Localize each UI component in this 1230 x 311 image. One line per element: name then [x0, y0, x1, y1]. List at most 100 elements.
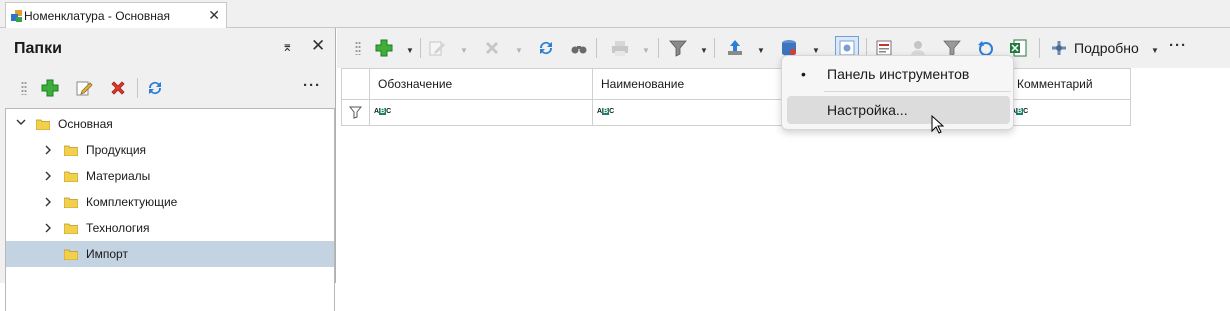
- toolbar-separator: [658, 38, 659, 58]
- close-tab-icon[interactable]: ✕: [208, 7, 220, 24]
- database-dropdown-arrow[interactable]: ▼: [812, 46, 820, 55]
- refresh-folders-button[interactable]: [144, 77, 166, 99]
- filter-icon: [669, 40, 687, 57]
- detail-view-icon-button[interactable]: [1048, 37, 1070, 59]
- toolbar-separator: [137, 78, 138, 98]
- filter-icon: [349, 106, 362, 119]
- chevron-right-icon[interactable]: [42, 170, 54, 185]
- document-tab[interactable]: Номенклатура - Основная ✕: [5, 2, 227, 28]
- add-icon: [375, 39, 393, 57]
- chevron-right-icon[interactable]: [42, 144, 54, 159]
- delete-dropdown-arrow[interactable]: ▼: [515, 46, 523, 55]
- refresh-icon: [539, 41, 553, 55]
- menu-item-toolbar[interactable]: • Панель инструментов: [787, 60, 1010, 88]
- filter-cell-comment[interactable]: ABC: [1007, 100, 1131, 126]
- filter-cell-designation[interactable]: ABC: [370, 100, 593, 126]
- tree-item-components[interactable]: Комплектующие: [6, 189, 334, 215]
- delete-item-button[interactable]: [481, 37, 503, 59]
- add-icon: [41, 79, 59, 97]
- grid-corner-cell: [341, 68, 370, 100]
- pin-icon[interactable]: ⌆: [282, 39, 293, 55]
- mouse-cursor-icon: [931, 115, 945, 134]
- detail-view-label[interactable]: Подробно: [1074, 40, 1139, 56]
- export-icon: [728, 40, 742, 55]
- folders-panel: Папки ⌆ ✕ ··· Основная Продукция Материа…: [0, 28, 336, 311]
- settings-icon: [839, 40, 855, 56]
- export-button[interactable]: [724, 37, 746, 59]
- delete-icon: [486, 42, 498, 54]
- toolbar-separator: [596, 38, 597, 58]
- detail-view-dropdown-arrow[interactable]: ▼: [1151, 46, 1159, 55]
- menu-separator: [824, 91, 1011, 92]
- tree-item-label: Продукция: [86, 143, 147, 157]
- column-header-designation[interactable]: Обозначение: [370, 68, 593, 100]
- column-header-comment[interactable]: Комментарий: [1007, 68, 1131, 100]
- document-tab-title: Номенклатура - Основная: [24, 8, 171, 23]
- tree-item-label: Основная: [58, 117, 113, 131]
- toolbar-separator: [1039, 38, 1040, 58]
- folder-icon: [63, 171, 79, 183]
- binoculars-icon: [571, 46, 587, 54]
- main-toolbar-more-icon[interactable]: ···: [1169, 37, 1187, 54]
- print-icon: [612, 41, 628, 56]
- refresh-button[interactable]: [535, 37, 557, 59]
- folder-icon: [63, 197, 79, 209]
- folders-toolbar: ···: [0, 72, 336, 104]
- folder-icon: [63, 223, 79, 235]
- folder-tree: Основная Продукция Материалы Комплектующ…: [5, 108, 335, 311]
- text-filter-icon: ABC: [597, 108, 615, 115]
- tree-item-label: Импорт: [86, 247, 128, 261]
- filter-cell-name[interactable]: ABC: [593, 100, 796, 126]
- close-panel-icon[interactable]: ✕: [311, 36, 325, 56]
- menu-item-label: Настройка...: [827, 102, 908, 118]
- wrench-icon: [1052, 41, 1066, 55]
- toolbar-grip-icon[interactable]: [21, 81, 27, 95]
- tree-item-technology[interactable]: Технология: [6, 215, 334, 241]
- edit-dropdown-arrow[interactable]: ▼: [460, 46, 468, 55]
- filter-row-indicator: [341, 100, 370, 126]
- toolbar-context-menu: • Панель инструментов Настройка...: [781, 55, 1014, 130]
- tree-item-root[interactable]: Основная: [6, 111, 334, 137]
- tree-item-import[interactable]: Импорт: [6, 241, 334, 267]
- add-item-button[interactable]: [373, 37, 395, 59]
- nomenclature-icon: [10, 9, 24, 26]
- folder-icon: [35, 119, 51, 131]
- tree-item-label: Комплектующие: [86, 195, 178, 209]
- tree-item-label: Материалы: [86, 169, 151, 183]
- export-dropdown-arrow[interactable]: ▼: [757, 46, 765, 55]
- print-dropdown-arrow[interactable]: ▼: [642, 46, 650, 55]
- edit-item-button[interactable]: [426, 37, 448, 59]
- excel-icon: [1010, 39, 1027, 57]
- tree-item-products[interactable]: Продукция: [6, 137, 334, 163]
- filter-button[interactable]: [667, 37, 689, 59]
- delete-icon: [111, 81, 125, 95]
- menu-item-settings[interactable]: Настройка...: [787, 96, 1010, 124]
- edit-icon: [429, 41, 445, 56]
- toolbar-grip-icon[interactable]: [355, 41, 361, 55]
- folders-panel-title: Папки: [14, 40, 62, 57]
- tree-item-materials[interactable]: Материалы: [6, 163, 334, 189]
- add-dropdown-arrow[interactable]: ▼: [406, 46, 414, 55]
- find-button[interactable]: [568, 37, 590, 59]
- checked-bullet-icon: •: [801, 66, 806, 82]
- column-header-name[interactable]: Наименование: [593, 68, 796, 100]
- text-filter-icon: ABC: [374, 108, 392, 115]
- delete-folder-button[interactable]: [107, 77, 129, 99]
- edit-folder-button[interactable]: [73, 77, 95, 99]
- folder-icon: [63, 249, 79, 261]
- filter-dropdown-arrow[interactable]: ▼: [700, 46, 708, 55]
- toolbar-separator: [714, 38, 715, 58]
- refresh-icon: [148, 81, 162, 95]
- chevron-down-icon[interactable]: [15, 116, 27, 131]
- print-button[interactable]: [609, 37, 631, 59]
- folders-more-icon[interactable]: ···: [303, 77, 321, 94]
- document-tab-bar: Номенклатура - Основная ✕: [0, 0, 1230, 28]
- tree-item-label: Технология: [86, 221, 150, 235]
- chevron-right-icon[interactable]: [42, 196, 54, 211]
- chevron-right-icon[interactable]: [42, 222, 54, 237]
- menu-item-label: Панель инструментов: [827, 66, 970, 82]
- add-folder-button[interactable]: [39, 77, 61, 99]
- toolbar-separator: [420, 38, 421, 58]
- folder-icon: [63, 145, 79, 157]
- edit-icon: [76, 81, 93, 96]
